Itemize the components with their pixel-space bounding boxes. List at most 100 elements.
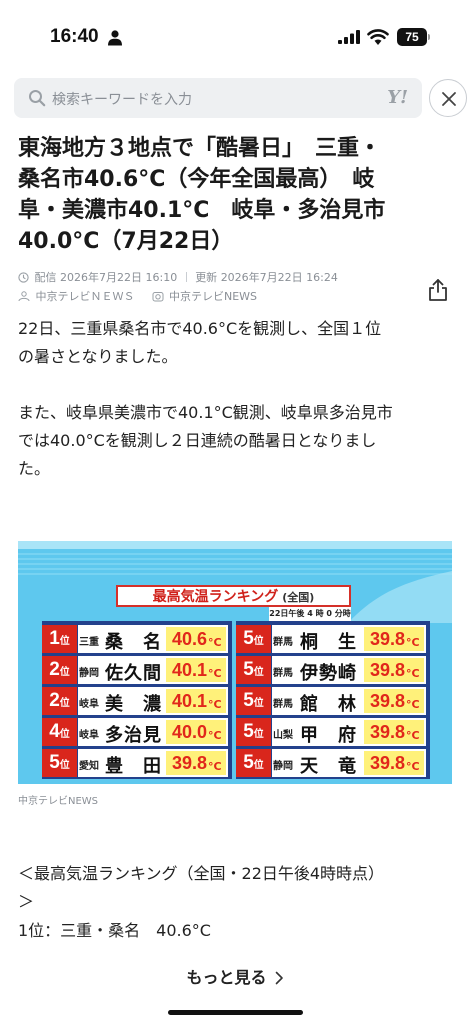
temperature-unit: °C [406, 636, 420, 649]
search-icon [29, 90, 46, 107]
city: 天 竜 [300, 756, 357, 777]
city: 桐 生 [300, 632, 357, 653]
ranking-image[interactable]: 最高気温ランキング(全国) 22日午後 4 時 0 分時点 1位三重桑 名40.… [18, 541, 452, 784]
temperature: 39.8 [370, 722, 406, 742]
rank-suffix: 位 [59, 667, 70, 678]
rank-cell: 群馬 伊勢崎 39.8 °C [272, 656, 426, 684]
rank-suffix: 位 [253, 729, 264, 740]
ranking-list-heading: ＜最高気温ランキング（全国・22日午後4時時点） ＞ [18, 860, 458, 916]
share-icon[interactable] [428, 279, 448, 301]
list-item-text: 1位：三重・桑名 40.6°C [18, 921, 211, 940]
prefecture: 岐阜 [79, 699, 99, 710]
ranking-row: 5位 群馬館 林 39.8 °C [236, 687, 426, 715]
temperature-box: 39.8 °C [364, 751, 424, 775]
cellular-signal-icon [338, 30, 360, 44]
rank-suffix: 位 [59, 698, 70, 709]
status-time: 16:40 [50, 26, 99, 47]
ranking-title: 最高気温ランキング (全国) [116, 585, 351, 607]
prefecture: 群馬 [273, 637, 293, 648]
clock-icon [18, 272, 29, 283]
more-label: もっと見る [186, 968, 267, 987]
rank-suffix: 位 [253, 667, 264, 678]
rank-badge: 5位 [42, 749, 77, 777]
more-button[interactable]: もっと見る [160, 964, 310, 988]
rank-suffix: 位 [253, 760, 264, 771]
close-icon [442, 92, 456, 106]
rank-number: 2 [49, 690, 60, 711]
rank-cell: 愛知豊 田 39.8 °C [78, 749, 228, 777]
prefecture: 群馬 [273, 668, 293, 679]
media-source[interactable]: 中京テレビＮＥＷＳ [18, 290, 138, 303]
temperature: 40.0 [172, 722, 208, 742]
battery-level: 75 [397, 28, 427, 46]
rank-suffix: 位 [59, 636, 70, 647]
image-caption: 中京テレビNEWS [18, 796, 99, 807]
temperature-unit: °C [208, 667, 222, 680]
rank-cell: 静岡天 竜 39.8 °C [272, 749, 426, 777]
city: 甲 府 [300, 725, 357, 746]
rank-cell: 群馬館 林 39.8 °C [272, 687, 426, 715]
rank-number: 5 [243, 721, 254, 742]
temperature-box: 40.1 °C [166, 658, 226, 682]
prefecture: 静岡 [79, 668, 99, 679]
list-heading-line: ＜最高気温ランキング（全国・22日午後4時時点） [18, 864, 385, 883]
person-icon [108, 30, 122, 46]
rank-cell: 山梨甲 府 39.8 °C [272, 718, 426, 746]
temperature-unit: °C [406, 760, 420, 773]
ranking-row: 5位 静岡天 竜 39.8 °C [236, 749, 426, 777]
article-headline: 東海地方３地点で「酷暑日」 三重・ 桑名市40.6°C（今年全国最高） 岐 阜・… [18, 133, 458, 257]
ranking-time-note: 22日午後 4 時 0 分時点 [269, 607, 351, 632]
media-source-name: 中京テレビＮＥＷＳ [35, 290, 135, 303]
delivered-label: 配信 [34, 271, 57, 284]
rank-badge: 2位 [42, 656, 77, 684]
rank-suffix: 位 [253, 698, 264, 709]
rank-badge: 1位 [42, 625, 77, 653]
paragraph-line: た。 [18, 459, 51, 478]
headline-line: 桑名市40.6°C（今年全国最高） 岐 [18, 167, 375, 192]
headline-line: 東海地方３地点で「酷暑日」 三重・ [18, 136, 382, 161]
article-sources: 中京テレビＮＥＷＳ 中京テレビNEWS [18, 288, 257, 304]
rank-number: 5 [243, 628, 254, 649]
paragraph-line: また、岐阜県美濃市で40.1°C観測、岐阜県多治見市 [18, 403, 393, 422]
city: 多治見 [105, 725, 162, 746]
list-heading-line: ＞ [18, 892, 35, 911]
rank-cell: 群馬桐 生 39.8 °C [272, 625, 426, 653]
battery-icon: 75 [397, 28, 431, 46]
temperature-unit: °C [406, 729, 420, 742]
temperature-box: 39.8 °C [364, 627, 424, 651]
ranking-title-text: 最高気温ランキング [152, 589, 279, 605]
ranking-row: 5位 山梨甲 府 39.8 °C [236, 718, 426, 746]
rank-number: 4 [49, 721, 60, 742]
prefecture: 山梨 [273, 730, 293, 741]
ranking-row: 2位 岐阜美 濃 40.1 °C [42, 687, 228, 715]
rank-cell: 静岡 佐久間 40.1 °C [78, 656, 228, 684]
rank-suffix: 位 [59, 760, 70, 771]
temperature-unit: °C [406, 698, 420, 711]
temperature-unit: °C [208, 698, 222, 711]
account-source[interactable]: 中京テレビNEWS [152, 290, 258, 303]
rank-badge: 5位 [236, 625, 271, 653]
rank-number: 5 [243, 659, 254, 680]
home-indicator [168, 1010, 303, 1015]
paragraph-line: では40.0°Cを観測し２日連続の酷暑日となりまし [18, 431, 377, 450]
article-paragraph: また、岐阜県美濃市で40.1°C観測、岐阜県多治見市 では40.0°Cを観測し２… [18, 399, 458, 483]
ranking-row: 5位 愛知豊 田 39.8 °C [42, 749, 228, 777]
rank-badge: 5位 [236, 749, 271, 777]
search-input[interactable]: 検索キーワードを入力 [52, 89, 192, 109]
article-paragraph: 22日、三重県桑名市で40.6°Cを観測し、全国１位 の暑さとなりました。 [18, 315, 458, 371]
search-bar[interactable]: 検索キーワードを入力 Y! [14, 78, 422, 118]
account-source-name: 中京テレビNEWS [169, 290, 258, 303]
prefecture: 愛知 [79, 761, 99, 772]
temperature: 40.1 [172, 691, 208, 711]
wifi-icon [367, 29, 389, 45]
ranking-row: 4位 岐阜 多治見 40.0 °C [42, 718, 228, 746]
temperature: 39.8 [370, 629, 406, 649]
rank-cell: 岐阜 多治見 40.0 °C [78, 718, 228, 746]
temperature-box: 39.8 °C [364, 689, 424, 713]
close-button[interactable] [429, 79, 467, 117]
updated-time: 2026年7月22日 16:24 [220, 271, 338, 284]
rank-suffix: 位 [253, 636, 264, 647]
temperature-box: 40.0 °C [166, 720, 226, 744]
temperature: 39.8 [370, 660, 406, 680]
rank-number: 5 [243, 690, 254, 711]
